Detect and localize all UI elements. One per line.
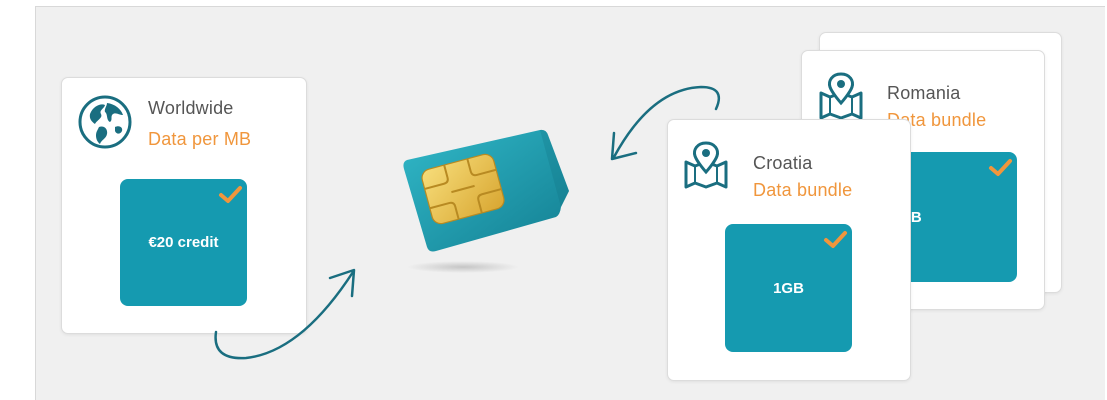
sim-card-icon — [401, 127, 581, 277]
worldwide-subtitle: Data per MB — [148, 129, 252, 149]
check-icon — [218, 185, 242, 209]
romania-title: Romania — [887, 83, 961, 103]
croatia-card: Croatia Data bundle 1GB — [667, 119, 911, 381]
croatia-bundle-tile[interactable]: 1GB — [725, 224, 852, 352]
map-pin-icon — [683, 140, 729, 190]
croatia-tile-label: 1GB — [773, 279, 804, 297]
worldwide-tile-label: €20 credit — [148, 234, 219, 251]
worldwide-title: Worldwide — [148, 98, 234, 118]
check-icon — [988, 158, 1012, 182]
croatia-subtitle: Data bundle — [753, 180, 853, 200]
check-icon — [823, 230, 847, 254]
illustration-panel: Worldwide Data per MB €20 credit Romania… — [35, 6, 1105, 400]
globe-icon — [77, 94, 133, 150]
croatia-title: Croatia — [753, 153, 813, 173]
arrow-icon — [206, 262, 366, 372]
map-pin-icon — [818, 71, 864, 121]
